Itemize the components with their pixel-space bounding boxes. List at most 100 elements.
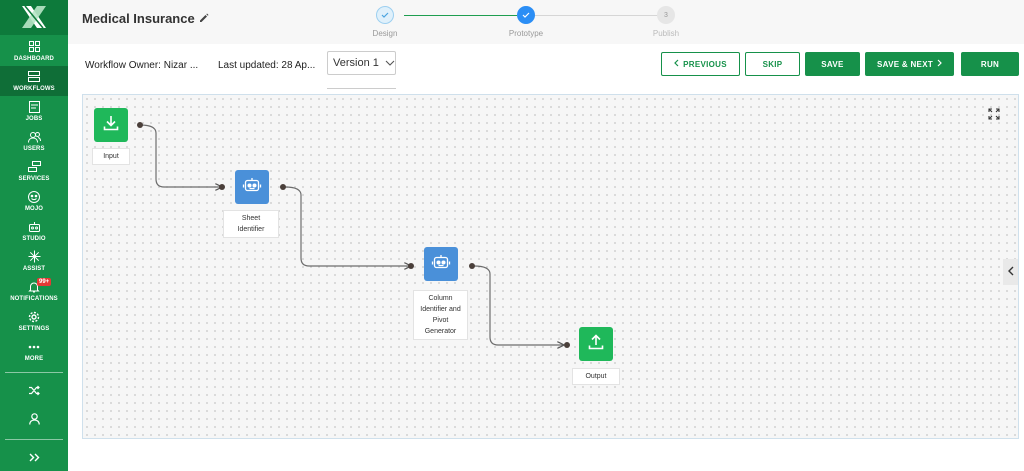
sidebar-item-label: STUDIO: [22, 235, 46, 242]
workflows-icon: [27, 70, 41, 84]
profile-button[interactable]: [0, 408, 68, 435]
node-label-output: Output: [572, 368, 620, 385]
download-icon: [102, 114, 120, 137]
save-next-label: SAVE & NEXT: [876, 59, 934, 69]
sidebar-item-label: JOBS: [25, 115, 43, 122]
sidebar-item-dashboard[interactable]: DASHBOARD: [0, 36, 68, 66]
node-output-port[interactable]: [469, 263, 475, 269]
step-prototype[interactable]: Prototype: [496, 6, 556, 38]
sidebar-item-label: SETTINGS: [18, 325, 50, 332]
sidebar-item-more[interactable]: MORE: [0, 336, 68, 366]
version-underline: [327, 88, 396, 89]
robot-icon: [431, 252, 451, 277]
node-sheet-identifier[interactable]: [235, 170, 269, 204]
upload-icon: [587, 333, 605, 356]
sidebar-divider: [5, 438, 63, 440]
chevron-down-icon: [385, 57, 395, 69]
node-output[interactable]: [579, 327, 613, 361]
version-select[interactable]: Version 1: [327, 51, 396, 75]
shuffle-button[interactable]: [0, 379, 68, 406]
chevron-left-icon: [1007, 263, 1014, 281]
more-icon: [27, 340, 41, 354]
sidebar-item-notifications[interactable]: 99+ NOTIFICATIONS: [0, 276, 68, 306]
check-icon: [517, 6, 535, 24]
edge-sheet-column: [284, 186, 410, 266]
last-updated: Last updated: 28 Ap...: [218, 60, 316, 71]
sidebar-item-users[interactable]: USERS: [0, 126, 68, 156]
previous-button[interactable]: PREVIOUS: [661, 52, 740, 76]
workflow-canvas[interactable]: Input Sheet Identifier Column Identifier…: [82, 94, 1019, 439]
notification-badge: 99+: [37, 277, 52, 286]
sidebar-item-label: SERVICES: [18, 175, 50, 182]
node-input-port[interactable]: [219, 184, 225, 190]
run-button[interactable]: RUN: [961, 52, 1019, 76]
expand-sidebar-button[interactable]: [0, 444, 68, 471]
robot-icon: [242, 175, 262, 200]
check-icon: [376, 6, 394, 24]
edge-input-sheet: [139, 124, 221, 187]
chevron-right-icon: [937, 59, 942, 69]
step-publish[interactable]: 3 Publish: [636, 6, 696, 38]
app-logo[interactable]: [0, 0, 68, 35]
user-icon: [28, 412, 40, 430]
node-output-port[interactable]: [137, 122, 143, 128]
save-label: SAVE: [821, 59, 844, 69]
dashboard-icon: [27, 40, 41, 54]
step-label: Prototype: [508, 29, 544, 38]
sidebar-item-settings[interactable]: SETTINGS: [0, 306, 68, 336]
step-design[interactable]: Design: [355, 6, 415, 38]
node-label-column-identifier: Column Identifier and Pivot Generator: [413, 290, 468, 340]
sidebar: DASHBOARD WORKFLOWS JOBS USERS SERVICES …: [0, 0, 68, 471]
workflow-title: Medical Insurance: [82, 11, 209, 26]
sidebar-item-studio[interactable]: STUDIO: [0, 216, 68, 246]
toolbar: Workflow Owner: Nizar ... Last updated: …: [68, 44, 1024, 90]
mojo-icon: [27, 190, 41, 204]
step-label: Publish: [652, 29, 680, 38]
double-chevron-right-icon: [29, 449, 40, 467]
shuffle-icon: [28, 383, 40, 401]
run-label: RUN: [980, 59, 1000, 69]
node-input-port[interactable]: [408, 263, 414, 269]
services-icon: [27, 160, 41, 174]
assist-icon: [27, 250, 41, 264]
node-label-input: Input: [92, 148, 130, 165]
page-title: Medical Insurance: [82, 11, 195, 26]
sidebar-item-label: NOTIFICATIONS: [10, 295, 58, 302]
skip-button[interactable]: SKIP: [745, 52, 800, 76]
previous-label: PREVIOUS: [683, 59, 727, 69]
sidebar-item-label: WORKFLOWS: [13, 85, 55, 92]
node-label-sheet-identifier: Sheet Identifier: [223, 210, 279, 238]
fullscreen-icon[interactable]: [988, 107, 1000, 120]
sidebar-item-services[interactable]: SERVICES: [0, 156, 68, 186]
chevron-left-icon: [674, 59, 679, 69]
sidebar-item-assist[interactable]: ASSIST: [0, 246, 68, 276]
node-output-port[interactable]: [280, 184, 286, 190]
workflow-owner: Workflow Owner: Nizar ...: [85, 60, 199, 71]
sidebar-item-workflows[interactable]: WORKFLOWS: [0, 65, 68, 96]
sidebar-item-label: DASHBOARD: [14, 55, 54, 62]
users-icon: [27, 130, 41, 144]
sidebar-item-mojo[interactable]: MOJO: [0, 186, 68, 216]
sidebar-item-label: USERS: [23, 145, 45, 152]
save-next-button[interactable]: SAVE & NEXT: [865, 52, 954, 76]
node-input[interactable]: [94, 108, 128, 142]
step-label: Design: [372, 29, 398, 38]
step-number: 3: [657, 6, 675, 24]
save-button[interactable]: SAVE: [805, 52, 860, 76]
studio-icon: [27, 220, 41, 234]
panel-toggle-button[interactable]: [1003, 259, 1018, 285]
edge-column-output: [473, 265, 563, 345]
sidebar-divider: [5, 371, 63, 373]
sidebar-item-label: MORE: [24, 355, 44, 362]
sidebar-item-label: MOJO: [24, 205, 44, 212]
node-input-port[interactable]: [564, 342, 570, 348]
jobs-icon: [27, 100, 41, 114]
version-value: Version 1: [333, 57, 379, 69]
edit-pencil-icon[interactable]: [199, 11, 209, 26]
connectors: [139, 124, 1020, 440]
sidebar-item-jobs[interactable]: JOBS: [0, 96, 68, 126]
gear-icon: [27, 310, 41, 324]
skip-label: SKIP: [762, 59, 783, 69]
header: Medical Insurance Design Prototype 3 Pub…: [68, 0, 1024, 44]
node-column-identifier[interactable]: [424, 247, 458, 281]
